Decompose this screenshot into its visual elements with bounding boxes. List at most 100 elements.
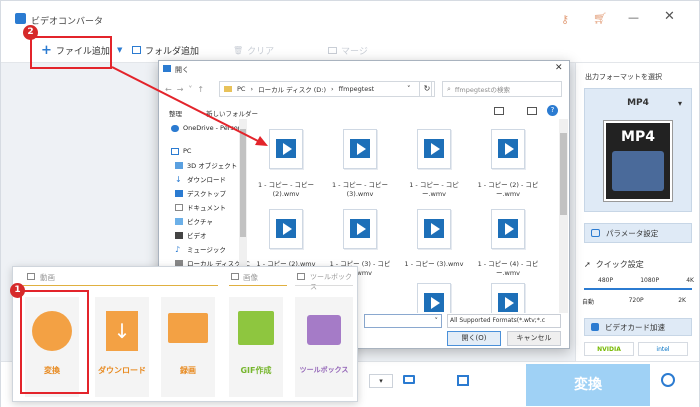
dialog-close-button[interactable]: ✕ [555,63,563,73]
wmv-file-icon[interactable] [269,209,303,249]
desktop-icon [175,189,183,197]
up-arrow-icon[interactable]: ↑ [197,85,209,94]
key-icon[interactable]: ⚷ [561,13,569,26]
document-icon [175,203,183,211]
gpu-acceleration-button[interactable]: ビデオカード加速 [584,318,692,336]
open-button[interactable]: 開く(O) [447,331,501,346]
folder-icon [224,86,232,92]
nav-documents[interactable]: ドキュメント [175,202,226,212]
file-name[interactable]: 1 - コピー - コピー.wmv [399,181,469,199]
parameter-settings-label: パラメータ設定 [606,228,659,238]
title-bar: ビデオコンバータ ⚷ 🛒︎ — ✕ [1,1,699,37]
quality-2k[interactable]: 2K [678,297,686,306]
quality-slider[interactable] [584,288,692,290]
address-bar[interactable]: PC › ローカル ディスク (D:) › ffmpegtest [219,81,432,97]
cancel-button[interactable]: キャンセル [507,331,561,346]
parameter-settings-button[interactable]: パラメータ設定 [584,223,692,243]
trash-icon: 🗑︎ [233,45,244,55]
step-badge-1: 1 [10,283,25,298]
nav-downloads[interactable]: ↓ ダウンロード [175,174,226,184]
help-icon[interactable]: ? [547,105,558,116]
file-name[interactable]: 1 - コピー - コピー (3).wmv [325,181,395,199]
file-name[interactable]: 1 - コピー (2) - コピー.wmv [473,181,543,199]
nav-label: ピクチャ [187,218,213,226]
wmv-file-icon[interactable] [491,283,525,313]
quality-720p[interactable]: 720P [629,297,644,306]
toolbox-section-icon [297,273,305,280]
picture-icon [175,217,183,225]
wmv-file-icon[interactable] [417,283,451,313]
nav-label: OneDrive - Person [183,124,242,132]
wmv-file-icon[interactable] [269,129,303,169]
wmv-file-icon[interactable] [491,129,525,169]
new-folder-button[interactable]: 新しいフォルダー [206,108,258,118]
nav-onedrive[interactable]: OneDrive - Person [171,124,242,132]
breadcrumb-drive[interactable]: ローカル ディスク (D:) [258,84,326,94]
merge-button[interactable]: マージ [328,42,368,58]
add-file-dropdown[interactable]: ▼ [117,42,122,58]
record-tile[interactable]: 録画 [161,297,215,397]
nav-scroll-thumb[interactable] [240,129,246,237]
nav-music[interactable]: ♪ ミュージック [175,244,226,254]
toolbox-tile[interactable]: ツールボックス [295,297,353,397]
mp4-thumbnail: MP4 [604,121,672,201]
clear-button[interactable]: 🗑︎ クリア [233,42,274,58]
breadcrumb-folder[interactable]: ffmpegtest [339,85,375,93]
download-icon: ↓ [175,174,182,184]
back-arrow-icon[interactable]: ← [165,85,177,94]
mp4-thumbnail-text: MP4 [621,129,655,145]
highlight-box-add-file [30,36,112,69]
file-name[interactable]: 1 - コピー (3).wmv [399,260,469,269]
alarm-clock-icon[interactable] [661,373,675,387]
close-button[interactable]: ✕ [664,9,675,24]
wmv-file-icon[interactable] [417,209,451,249]
file-name[interactable]: 1 - コピー (4) - コピー.wmv [473,260,543,278]
quality-4k[interactable]: 4K [686,277,694,284]
output-path-dropdown[interactable]: ▾ [369,374,393,388]
open-folder-icon[interactable] [403,375,415,384]
quality-auto[interactable]: 自動 [582,297,594,306]
search-box[interactable]: ⌕ ffmpegtestの検索 [442,81,562,97]
file-type-select[interactable]: All Supported Formats(*.wtv;*.c [447,314,561,328]
refresh-button[interactable]: ↻ [419,81,435,97]
view-options-icon[interactable] [494,107,504,115]
nav-scrollbar[interactable] [239,119,247,269]
nav-3d-objects[interactable]: 3D オブジェクト [175,160,237,170]
file-scrollbar[interactable] [559,119,568,313]
cube-icon [175,161,183,169]
nav-label: ドキュメント [187,204,226,212]
quality-480p[interactable]: 480P [598,277,613,284]
quick-settings-title: ➚ クイック設定 [584,259,644,270]
gif-maker-tile[interactable]: GIF作成 [229,297,283,397]
add-folder-button[interactable]: フォルダ追加 [132,42,199,58]
output-folder-icon[interactable] [457,375,469,386]
minimize-button[interactable]: — [628,11,639,24]
format-card[interactable]: MP4 ▾ MP4 [584,88,692,212]
file-name-input[interactable]: ˅ [364,314,442,328]
convert-button[interactable]: 変換 [526,364,650,406]
address-dropdown-icon[interactable]: ˅ [407,85,411,93]
breadcrumb-separator: › [331,85,334,93]
cloud-icon [171,124,179,132]
forward-arrow-icon[interactable]: → [177,85,189,94]
breadcrumb-pc[interactable]: PC [237,85,245,93]
nav-desktop[interactable]: デスクトップ [175,188,226,198]
quality-1080p[interactable]: 1080P [640,277,659,284]
wmv-file-icon[interactable] [417,129,451,169]
format-dropdown-arrow-icon[interactable]: ▾ [678,99,682,108]
wmv-file-icon[interactable] [491,209,525,249]
nav-videos[interactable]: ビデオ [175,230,207,240]
nav-pictures[interactable]: ピクチャ [175,216,213,226]
wmv-file-icon[interactable] [343,129,377,169]
toolbox-section-label: ツールボックス [310,273,352,291]
file-scroll-thumb[interactable] [560,133,567,215]
nav-pc[interactable]: PC [171,147,191,155]
download-tile[interactable]: ↓ ダウンロード [95,297,149,397]
organize-menu[interactable]: 整理 [169,108,182,118]
file-name[interactable]: 1 - コピー - コピー (2).wmv [251,181,321,199]
nav-label: ビデオ [187,232,207,240]
cart-icon[interactable]: 🛒︎ [593,12,607,25]
preview-pane-icon[interactable] [527,107,537,115]
rocket-icon: ➚ [584,260,591,269]
wmv-file-icon[interactable] [343,209,377,249]
